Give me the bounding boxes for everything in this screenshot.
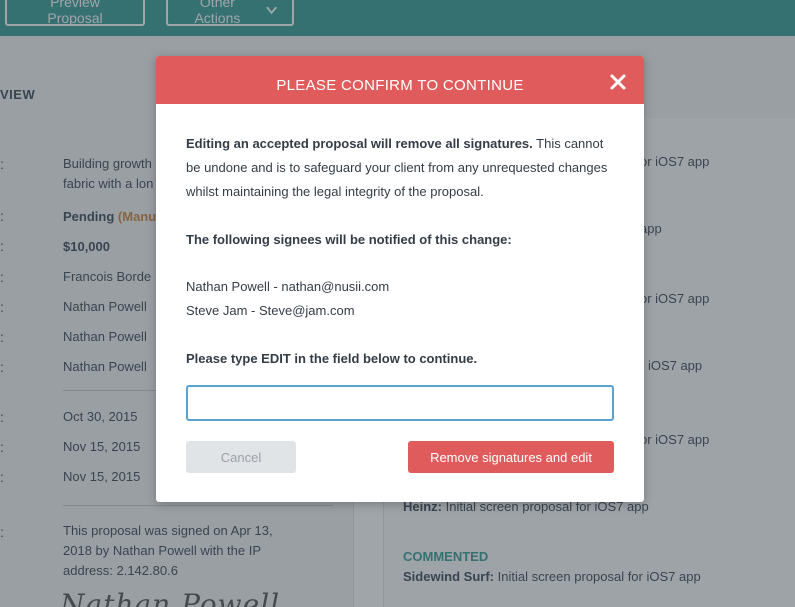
cancel-button[interactable]: Cancel — [186, 441, 296, 473]
signee-item: Steve Jam - Steve@jam.com — [186, 303, 355, 318]
dialog-header: PLEASE CONFIRM TO CONTINUE — [156, 56, 644, 104]
warning-message: Editing an accepted proposal will remove… — [186, 132, 618, 204]
edit-instruction: Please type EDIT in the field below to c… — [186, 347, 618, 371]
edit-confirmation-input[interactable] — [186, 385, 614, 421]
edit-instruction-text: Please type EDIT in the field below to c… — [186, 351, 478, 366]
signees-heading-text: The following signees will be notified o… — [186, 232, 512, 247]
signees-heading: The following signees will be notified o… — [186, 228, 618, 252]
remove-signatures-button[interactable]: Remove signatures and edit — [408, 441, 614, 473]
signee-item: Nathan Powell - nathan@nusii.com — [186, 279, 390, 294]
dialog-title: PLEASE CONFIRM TO CONTINUE — [276, 77, 524, 94]
warning-bold: Editing an accepted proposal will remove… — [186, 136, 533, 151]
close-icon[interactable] — [608, 72, 628, 92]
confirm-dialog: PLEASE CONFIRM TO CONTINUE Editing an ac… — [156, 56, 644, 502]
